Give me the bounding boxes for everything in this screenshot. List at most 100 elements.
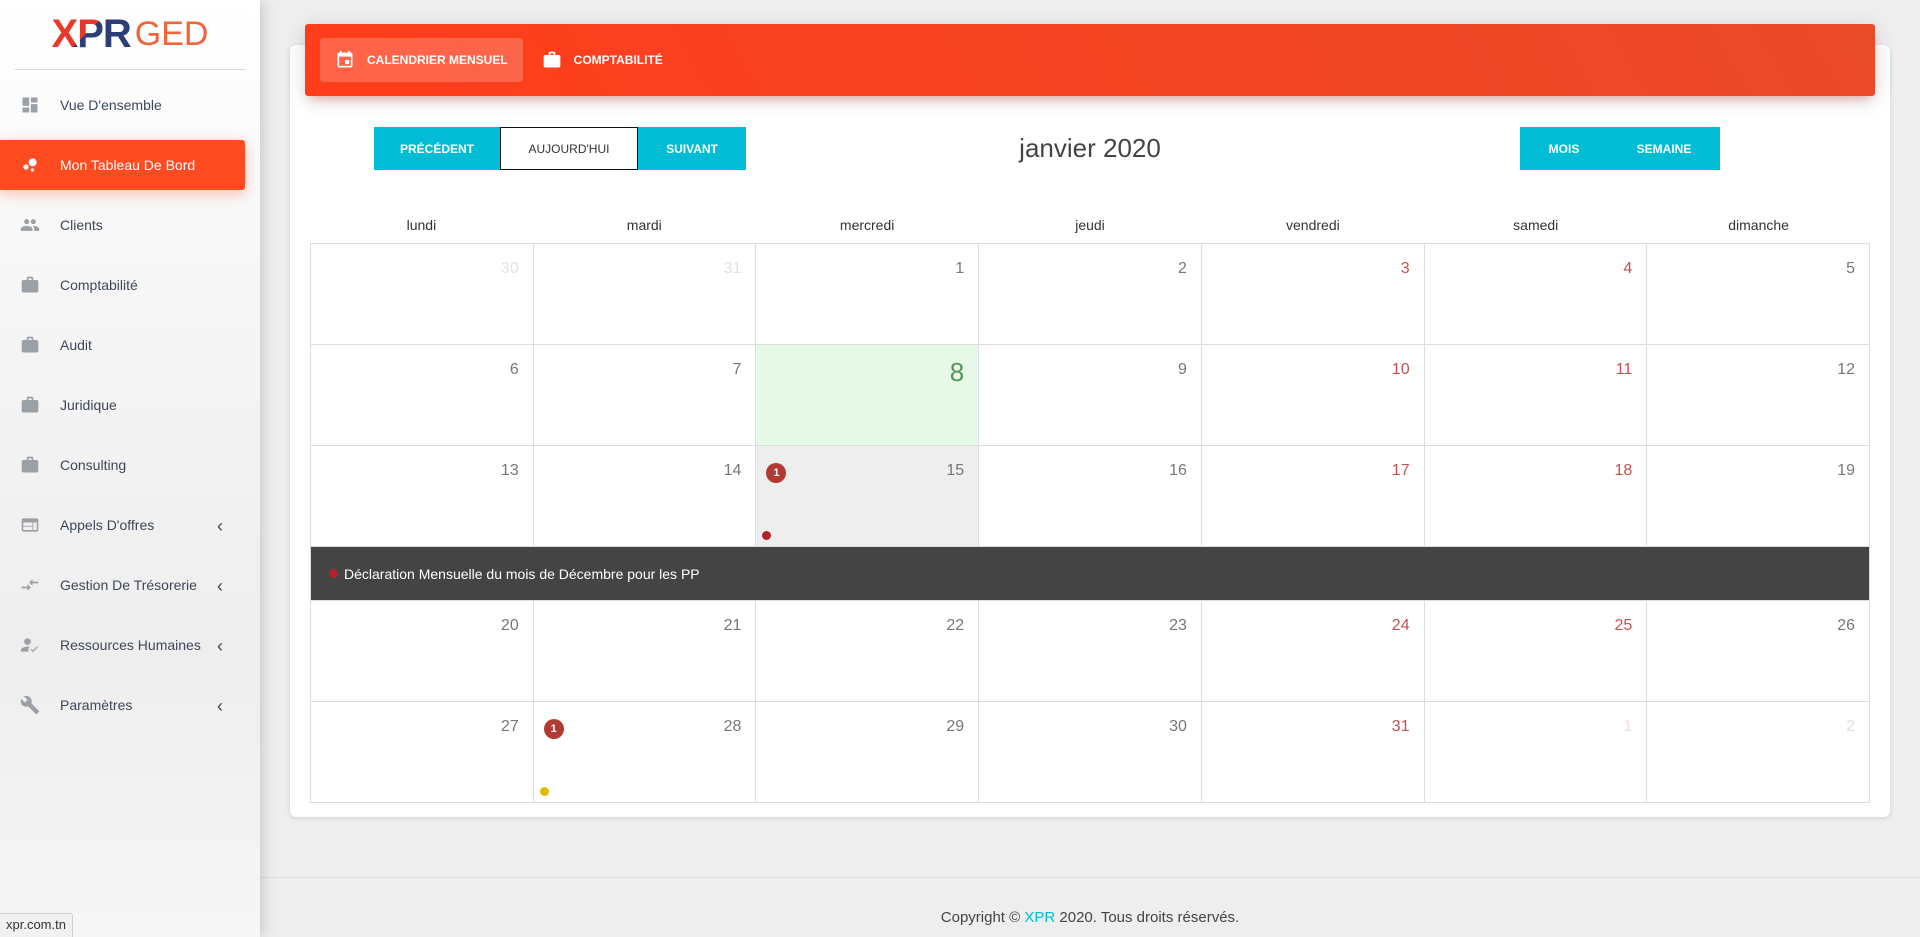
day-cell[interactable]: 21 xyxy=(533,601,757,702)
day-cell[interactable]: 22 xyxy=(756,601,980,702)
day-cell[interactable]: 11 xyxy=(1424,345,1648,446)
day-number: 1 xyxy=(1623,718,1633,735)
day-cell[interactable]: 19 xyxy=(1647,446,1871,547)
weekday-label: samedi xyxy=(1513,217,1559,233)
day-cell[interactable]: 5 xyxy=(1647,244,1871,345)
day-number: 30 xyxy=(1169,718,1187,735)
view-week-button[interactable]: SEMAINE xyxy=(1608,127,1720,170)
day-cell[interactable]: 31 xyxy=(1201,702,1425,803)
tab-comptabilite[interactable]: COMPTABILITÉ xyxy=(527,38,678,82)
calendar-grid: 30 31 1 2 3 4 5 6 7 8 9 10 11 12 13 14 1… xyxy=(310,243,1871,803)
day-cell[interactable]: 30 xyxy=(311,244,534,345)
day-number: 15 xyxy=(946,462,965,479)
day-cell[interactable]: 17 xyxy=(1201,446,1425,547)
web-icon xyxy=(20,515,40,535)
footer-suffix: 2020. Tous droits réservés. xyxy=(1055,909,1240,926)
footer-divider xyxy=(260,877,1920,878)
day-number: 12 xyxy=(1837,361,1856,378)
sidebar-item-ressources-humaines[interactable]: Ressources Humaines ‹ xyxy=(0,620,245,670)
day-number: 6 xyxy=(509,361,519,378)
weekday-label: vendredi xyxy=(1286,217,1340,233)
day-number: 16 xyxy=(1169,462,1187,479)
next-button[interactable]: SUIVANT xyxy=(638,127,746,170)
view-month-button[interactable]: MOIS xyxy=(1520,127,1608,170)
sidebar-item-label: Consulting xyxy=(60,457,127,473)
event-detail-bar[interactable]: Déclaration Mensuelle du mois de Décembr… xyxy=(311,547,1870,601)
day-number: 26 xyxy=(1837,617,1856,634)
sidebar-item-label: Paramètres xyxy=(60,697,133,713)
event-count-badge[interactable]: 1 xyxy=(543,719,564,739)
briefcase-icon xyxy=(20,275,40,295)
person-check-icon xyxy=(20,635,40,655)
day-cell[interactable]: 27 xyxy=(311,702,534,803)
day-cell[interactable]: 18 xyxy=(1424,446,1648,547)
footer-brand-link[interactable]: XPR xyxy=(1024,909,1055,926)
sidebar-item-label: Comptabilité xyxy=(60,277,138,293)
event-title[interactable]: Déclaration Mensuelle du mois de Décembr… xyxy=(344,566,700,582)
today-button[interactable]: AUJOURD'HUI xyxy=(500,127,638,170)
sidebar-item-audit[interactable]: Audit xyxy=(0,320,245,370)
day-cell[interactable]: 30 xyxy=(979,702,1202,803)
day-cell[interactable]: 14 xyxy=(533,446,757,547)
day-cell[interactable]: 24 xyxy=(1201,601,1425,702)
sidebar-item-label: Audit xyxy=(60,337,92,353)
sidebar-item-tableau-de-bord[interactable]: Mon Tableau De Bord xyxy=(0,140,245,190)
day-cell[interactable]: 1 28 xyxy=(533,702,757,803)
compare-arrows-icon xyxy=(20,575,40,595)
sidebar-item-parametres[interactable]: Paramètres ‹ xyxy=(0,680,245,730)
day-number: 14 xyxy=(723,462,742,479)
sidebar-item-clients[interactable]: Clients xyxy=(0,200,245,250)
day-cell[interactable]: 20 xyxy=(311,601,534,702)
logo[interactable]: XPR GED xyxy=(15,0,245,70)
briefcase-icon xyxy=(20,395,40,415)
day-cell[interactable]: 3 xyxy=(1201,244,1425,345)
tab-calendrier-mensuel[interactable]: CALENDRIER MENSUEL xyxy=(320,38,523,82)
tab-label: COMPTABILITÉ xyxy=(573,53,663,67)
status-bar-url: xpr.com.tn xyxy=(0,913,73,937)
day-cell[interactable]: 4 xyxy=(1424,244,1648,345)
sidebar-item-consulting[interactable]: Consulting xyxy=(0,440,245,490)
day-number: 22 xyxy=(946,617,965,634)
sidebar-item-tresorerie[interactable]: Gestion De Trésorerie ‹ xyxy=(0,560,245,610)
logo-xpr: XPR xyxy=(51,12,132,56)
chevron-left-icon: ‹ xyxy=(217,696,223,716)
tab-label: CALENDRIER MENSUEL xyxy=(367,53,508,67)
day-cell[interactable]: 23 xyxy=(979,601,1202,702)
sidebar-item-comptabilite[interactable]: Comptabilité xyxy=(0,260,245,310)
day-cell[interactable]: 26 xyxy=(1647,601,1871,702)
weekday-label: jeudi xyxy=(1075,217,1105,233)
event-dot[interactable] xyxy=(762,531,772,540)
month-calendar: lundi mardi mercredi jeudi vendredi same… xyxy=(310,212,1871,803)
sidebar-item-appels-offres[interactable]: Appels D'offres ‹ xyxy=(0,500,245,550)
day-cell[interactable]: 31 xyxy=(533,244,757,345)
briefcase-icon xyxy=(20,335,40,355)
day-cell[interactable]: 25 xyxy=(1424,601,1648,702)
calendar-week: 30 31 1 2 3 4 5 xyxy=(311,244,1871,345)
day-cell[interactable]: 12 xyxy=(1647,345,1871,446)
day-cell-selected[interactable]: 1 15 xyxy=(756,446,980,547)
sidebar-item-juridique[interactable]: Juridique xyxy=(0,380,245,430)
event-count-badge[interactable]: 1 xyxy=(766,463,787,483)
card-header-tabs: CALENDRIER MENSUEL COMPTABILITÉ xyxy=(305,24,1875,96)
day-cell[interactable]: 16 xyxy=(979,446,1202,547)
calendar-week: 27 1 28 29 30 31 1 2 xyxy=(311,702,1871,803)
day-cell[interactable]: 29 xyxy=(756,702,980,803)
day-cell[interactable]: 13 xyxy=(311,446,534,547)
day-cell[interactable]: 1 xyxy=(1424,702,1648,803)
day-cell[interactable]: 1 xyxy=(756,244,980,345)
weekday-label: mercredi xyxy=(839,217,895,233)
event-dot xyxy=(329,569,338,578)
day-cell[interactable]: 2 xyxy=(1647,702,1871,803)
event-dot[interactable] xyxy=(539,787,549,796)
day-cell[interactable]: 9 xyxy=(979,345,1202,446)
previous-button[interactable]: PRÉCÉDENT xyxy=(374,127,500,170)
day-cell[interactable]: 10 xyxy=(1201,345,1425,446)
day-number: 13 xyxy=(500,462,519,479)
sidebar-item-vue-ensemble[interactable]: Vue D'ensemble xyxy=(0,80,245,130)
day-cell[interactable]: 2 xyxy=(979,244,1202,345)
day-cell[interactable]: 6 xyxy=(311,345,534,446)
day-cell-today[interactable]: 8 xyxy=(756,345,980,446)
day-cell[interactable]: 7 xyxy=(533,345,757,446)
bubble-chart-icon xyxy=(20,155,40,175)
calendar-week: 20 21 22 23 24 25 26 xyxy=(311,601,1871,702)
